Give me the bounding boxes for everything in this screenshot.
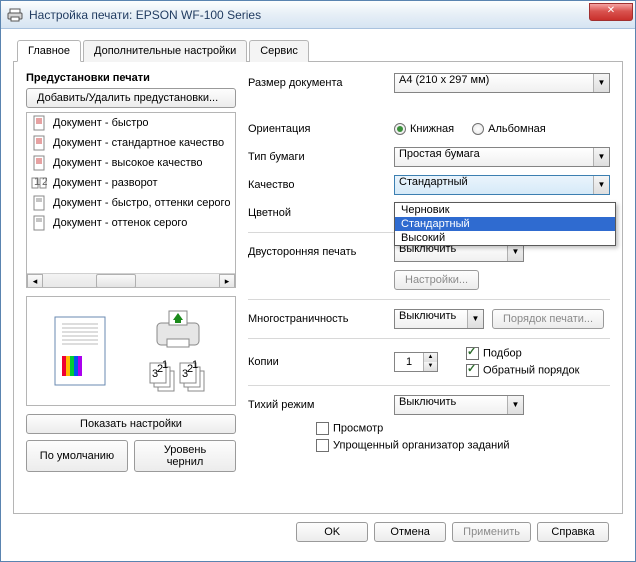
h-scrollbar[interactable]: ◂ ▸ [27,273,235,288]
checkbox-icon [466,364,479,377]
quiet-label: Тихий режим [248,399,386,411]
presets-list[interactable]: Документ - быстро Документ - стандартное… [26,112,236,288]
paper-type-label: Тип бумаги [248,151,386,163]
spin-down-icon[interactable]: ▼ [423,362,437,371]
checkbox-icon [316,422,329,435]
printer-icon [7,7,23,23]
quality-select[interactable]: Стандартный▼ [394,175,610,195]
titlebar: Настройка печати: EPSON WF-100 Series ✕ [1,1,635,29]
presets-title: Предустановки печати [26,72,236,84]
svg-text:2: 2 [42,176,47,188]
printer-preview-icon [151,309,205,353]
radio-landscape[interactable]: Альбомная [472,123,546,135]
preset-item[interactable]: Документ - быстро, оттенки серого [27,193,235,213]
svg-text:1: 1 [162,359,168,371]
document-gray-icon [31,215,47,231]
multipage-label: Многостраничность [248,313,386,325]
apply-button: Применить [452,522,531,542]
spin-up-icon[interactable]: ▲ [423,353,437,362]
radio-dot-icon [472,123,484,135]
scroll-right-icon[interactable]: ▸ [219,274,235,288]
duplex-label: Двусторонняя печать [248,246,386,258]
show-settings-button[interactable]: Показать настройки [26,414,236,434]
preset-item[interactable]: Документ - быстро [27,113,235,133]
document-icon [31,135,47,151]
quality-option[interactable]: Черновик [395,203,615,217]
preset-item[interactable]: Документ - высокое качество [27,153,235,173]
quiet-select[interactable]: Выключить▼ [394,395,524,415]
ok-button[interactable]: OK [296,522,368,542]
preset-item[interactable]: Документ - оттенок серого [27,213,235,233]
collate-checkbox[interactable]: Подбор [466,347,579,360]
window-title: Настройка печати: EPSON WF-100 Series [29,8,589,22]
copies-input[interactable] [395,353,423,371]
copies-label: Копии [248,356,386,368]
copies-stepper[interactable]: ▲▼ [394,352,438,372]
preview-checkbox[interactable]: Просмотр [316,422,510,435]
simplified-checkbox[interactable]: Упрощенный организатор заданий [316,439,510,452]
chevron-down-icon: ▼ [593,148,609,166]
spread-icon: 12 [31,175,47,191]
scroll-thumb[interactable] [96,274,136,288]
preset-item[interactable]: 12Документ - разворот [27,173,235,193]
defaults-button[interactable]: По умолчанию [26,440,128,472]
document-icon [31,155,47,171]
paper-type-select[interactable]: Простая бумага▼ [394,147,610,167]
document-icon [31,115,47,131]
quality-label: Качество [248,179,386,191]
checkbox-icon [466,347,479,360]
radio-dot-icon [394,123,406,135]
scroll-left-icon[interactable]: ◂ [27,274,43,288]
orientation-label: Ориентация [248,123,386,135]
quality-option[interactable]: Высокий [395,231,615,245]
cancel-button[interactable]: Отмена [374,522,446,542]
preview-area: 321321 [26,296,236,406]
doc-size-select[interactable]: A4 (210 x 297 мм)▼ [394,73,610,93]
chevron-down-icon: ▼ [593,176,609,194]
tab-advanced[interactable]: Дополнительные настройки [83,40,247,62]
radio-portrait[interactable]: Книжная [394,123,454,135]
chevron-down-icon: ▼ [593,74,609,92]
tab-strip: Главное Дополнительные настройки Сервис [13,39,623,62]
tab-main[interactable]: Главное [17,40,81,62]
collate-preview-icon: 321321 [148,357,208,393]
document-gray-icon [31,195,47,211]
multipage-select[interactable]: Выключить▼ [394,309,484,329]
page-preview-icon [54,316,106,386]
ink-levels-button[interactable]: Уровень чернил [134,440,236,472]
tab-service[interactable]: Сервис [249,40,309,62]
duplex-settings-button: Настройки... [394,270,479,290]
svg-text:1: 1 [34,176,40,188]
checkbox-icon [316,439,329,452]
color-label: Цветной [248,207,386,219]
quality-option[interactable]: Стандартный [395,217,615,231]
help-button[interactable]: Справка [537,522,609,542]
quality-dropdown-list[interactable]: Черновик Стандартный Высокий [394,202,616,246]
edit-presets-button[interactable]: Добавить/Удалить предустановки... [26,88,236,108]
chevron-down-icon: ▼ [507,396,523,414]
svg-text:1: 1 [192,359,198,371]
reverse-checkbox[interactable]: Обратный порядок [466,364,579,377]
chevron-down-icon: ▼ [467,310,483,328]
page-order-button: Порядок печати... [492,309,604,329]
preset-item[interactable]: Документ - стандартное качество [27,133,235,153]
doc-size-label: Размер документа [248,77,386,89]
close-button[interactable]: ✕ [589,3,633,21]
